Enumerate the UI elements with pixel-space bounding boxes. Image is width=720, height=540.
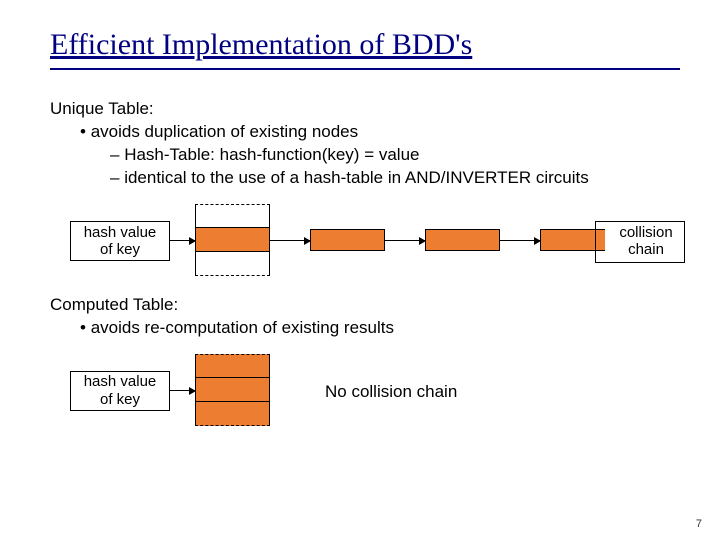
hash-table-column-1 <box>195 204 270 276</box>
unique-table-diagram: hash value of key collision chain <box>50 204 670 276</box>
slide-title: Efficient Implementation of BDD's <box>50 28 680 70</box>
hash-slot-selected <box>195 227 270 252</box>
slide: Efficient Implementation of BDD's Unique… <box>0 0 720 540</box>
hash-value-line1: hash value <box>84 224 157 241</box>
hash-table-column-2 <box>195 354 270 426</box>
hash-value-line1-b: hash value <box>84 373 157 390</box>
unique-table-heading: Unique Table: <box>50 98 680 121</box>
unique-table-sub1: Hash-Table: hash-function(key) = value <box>110 144 680 167</box>
computed-table-bullet: avoids re-computation of existing result… <box>80 317 680 340</box>
unique-table-sub2: identical to the use of a hash-table in … <box>110 167 680 190</box>
arrow-to-table-1 <box>170 240 195 241</box>
arrow-to-table-2 <box>170 390 195 391</box>
hash-value-line2: of key <box>100 241 140 258</box>
chain-arrow-3 <box>500 240 540 241</box>
hash-value-line2-b: of key <box>100 391 140 408</box>
hash-slot <box>195 204 270 229</box>
computed-table-heading: Computed Table: <box>50 294 680 317</box>
collision-chain-box <box>595 221 685 263</box>
hash-slot-filled <box>195 401 270 426</box>
hash-slot-filled <box>195 354 270 379</box>
hash-slot <box>195 251 270 276</box>
chain-node <box>425 229 500 251</box>
chain-node <box>310 229 385 251</box>
computed-table-block: Computed Table: avoids re-computation of… <box>50 294 680 340</box>
computed-table-diagram: hash value of key No collision chain <box>50 354 670 426</box>
chain-arrow-1 <box>270 240 310 241</box>
unique-table-block: Unique Table: avoids duplication of exis… <box>50 98 680 190</box>
hash-value-label-2: hash value of key <box>70 371 170 411</box>
no-collision-label: No collision chain <box>325 382 457 402</box>
unique-table-bullet: avoids duplication of existing nodes <box>80 121 680 144</box>
chain-arrow-2 <box>385 240 425 241</box>
hash-value-label: hash value of key <box>70 221 170 261</box>
page-number: 7 <box>696 518 702 530</box>
hash-slot-filled <box>195 377 270 402</box>
